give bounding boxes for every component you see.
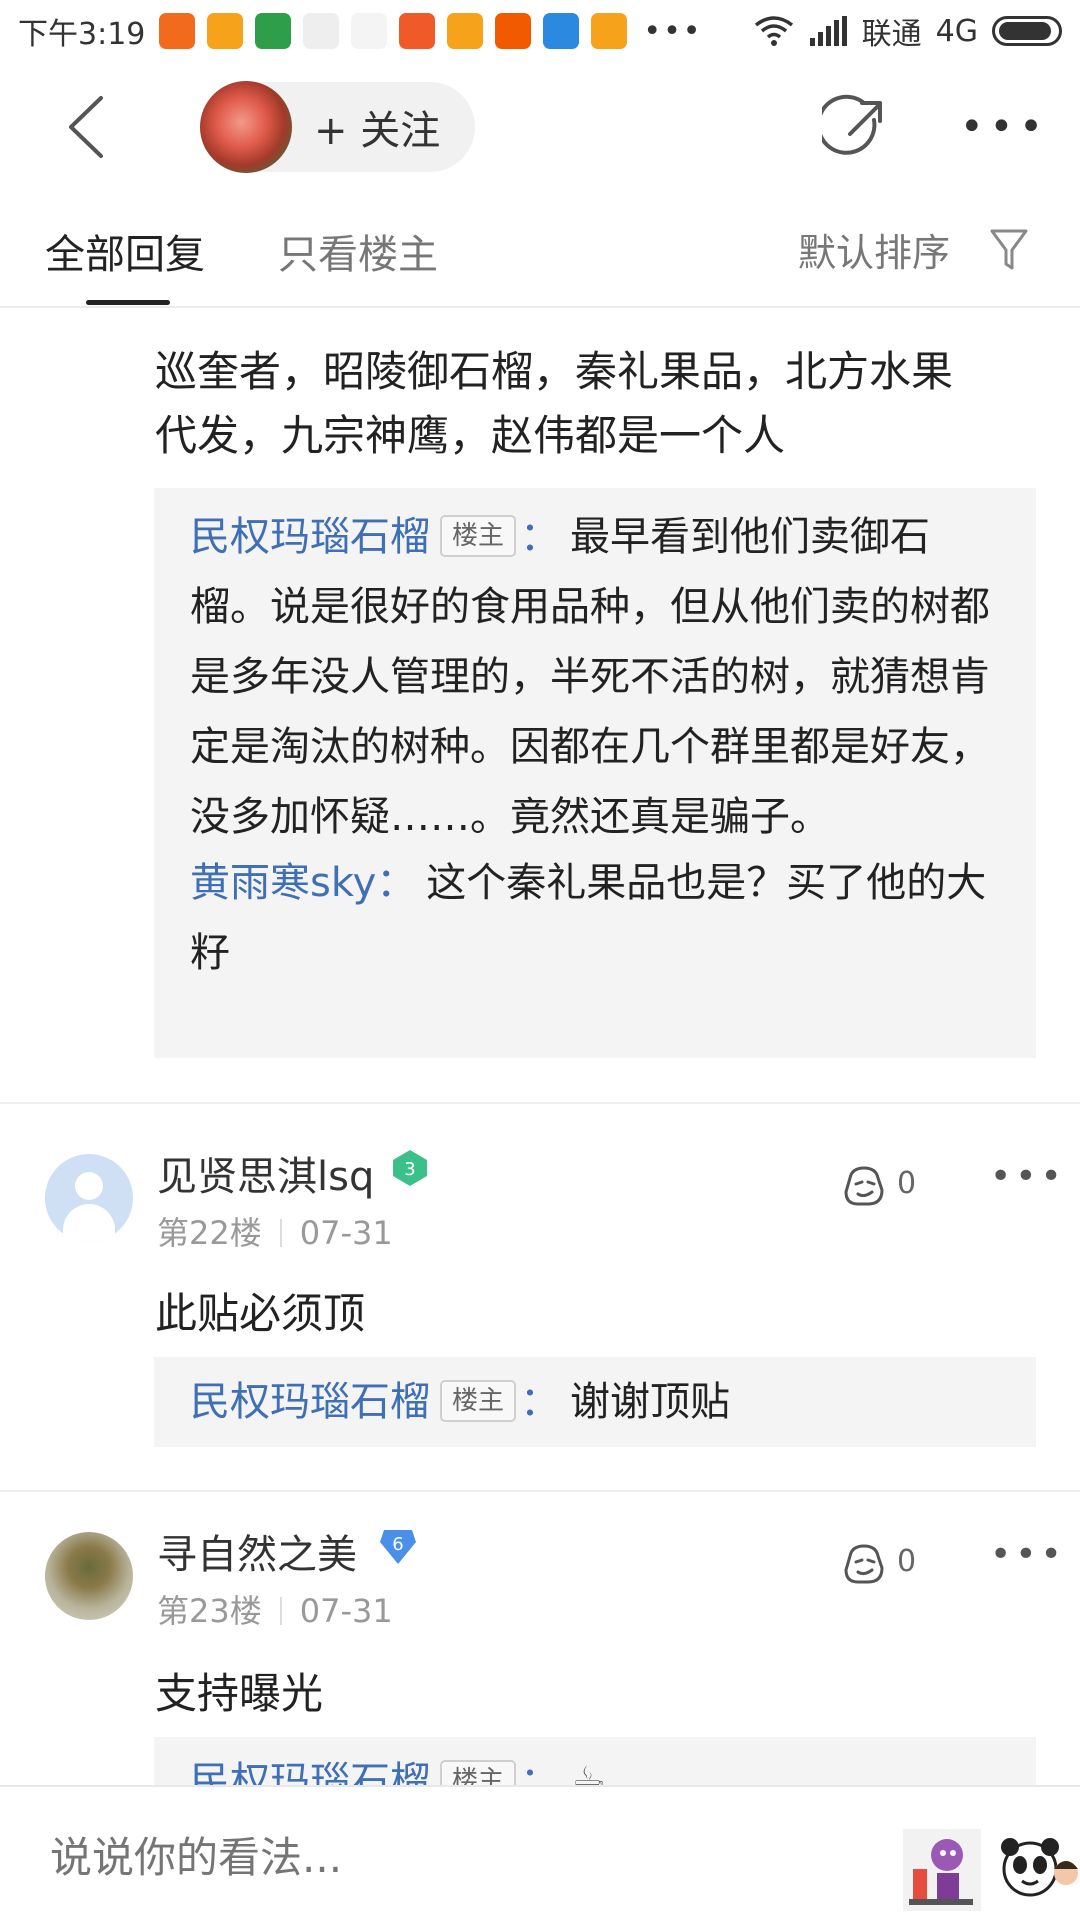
reply-username[interactable]: 寻自然之美 — [157, 1522, 357, 1580]
reply-date: 07-31 — [299, 1592, 393, 1630]
sub-reply-colon: ： — [520, 1379, 561, 1425]
sub-reply[interactable]: 民权玛瑙石榴 楼主： ☕ — [190, 1751, 1006, 1785]
network-type: 4G — [935, 13, 978, 49]
panda-sticker-icon[interactable] — [1000, 1833, 1080, 1905]
status-time: 下午3:19 — [18, 17, 146, 52]
sub-reply-user[interactable]: 黄雨寒sky — [190, 860, 376, 906]
reply-meta: 第22楼 07-31 — [157, 1208, 393, 1254]
reply-meta: 第23楼 07-31 — [157, 1586, 393, 1632]
sub-reply-user[interactable]: 民权玛瑙石榴 — [190, 1379, 430, 1425]
app-icon-5 — [351, 13, 388, 49]
sub-reply-colon: ： — [520, 514, 561, 560]
reply-list[interactable]: 巡奎者，昭陵御石榴，秦礼果品，北方水果 代发，九宗神鹰，赵伟都是一个人 民权玛瑙… — [0, 310, 1080, 1785]
sub-reply-box[interactable]: 民权玛瑙石榴 楼主：谢谢顶贴 — [154, 1357, 1036, 1447]
reply-text: 此贴必须顶 — [155, 1289, 366, 1338]
sub-reply-user[interactable]: 民权玛瑙石榴 — [190, 1759, 430, 1785]
like-count: 0 — [897, 1544, 917, 1579]
post-text-line: 代发，九宗神鹰，赵伟都是一个人 — [155, 411, 786, 460]
like-icon[interactable] — [840, 1162, 888, 1210]
like-icon[interactable] — [840, 1540, 888, 1588]
reply-more-icon[interactable]: ••• — [990, 1156, 1066, 1197]
sub-reply[interactable]: 民权玛瑙石榴 楼主：谢谢顶贴 — [190, 1371, 1006, 1433]
level-number: 6 — [392, 1534, 403, 1555]
divider — [0, 1102, 1080, 1104]
level-number: 3 — [404, 1159, 415, 1180]
wifi-icon — [754, 16, 793, 46]
app-icon-10 — [591, 13, 628, 49]
user-avatar[interactable] — [45, 1532, 133, 1620]
owner-tag: 楼主 — [440, 1760, 517, 1785]
like-count: 0 — [897, 1166, 917, 1201]
author-avatar[interactable] — [200, 81, 292, 173]
post-text-line: 巡奎者，昭陵御石榴，秦礼果品，北方水果 — [155, 347, 954, 396]
reply-tabs: 全部回复 只看楼主 默认排序 — [0, 192, 1080, 308]
follow-label: + 关注 — [314, 108, 441, 154]
reply-header: 见贤思淇lsq 3 第22楼 07-31 0 ••• — [0, 1144, 1080, 1274]
comment-bar — [0, 1785, 1080, 1920]
owner-tag: 楼主 — [440, 1380, 517, 1422]
more-options-icon[interactable]: ••• — [960, 107, 1060, 147]
sub-reply-text: 谢谢顶贴 — [570, 1379, 731, 1425]
filter-icon[interactable] — [990, 228, 1028, 272]
app-icon-9 — [543, 13, 580, 49]
title-bar: + 关注 ••• — [0, 62, 1080, 192]
tab-all-replies[interactable]: 全部回复 — [45, 222, 205, 280]
status-bar: 下午3:19 ••• 联通 4G — [0, 0, 1080, 62]
sticker-icon[interactable] — [903, 1819, 981, 1911]
share-icon[interactable] — [822, 94, 890, 162]
reply-more-icon[interactable]: ••• — [990, 1534, 1066, 1575]
carrier-label: 联通 — [861, 17, 922, 52]
active-tab-indicator — [86, 300, 170, 305]
owner-tag: 楼主 — [440, 515, 517, 557]
follow-button[interactable]: + 关注 — [200, 81, 475, 173]
reply-header: 寻自然之美 6 第23楼 07-31 0 ••• — [0, 1522, 1080, 1652]
sub-reply-box[interactable]: 民权玛瑙石榴 楼主：最早看到他们卖御石榴。说是很好的食用品种，但从他们卖的树都是多… — [154, 488, 1036, 1058]
floor-number: 第22楼 — [157, 1214, 262, 1252]
sub-reply-emoji: ☕ — [570, 1759, 606, 1785]
comment-input[interactable] — [50, 1827, 850, 1887]
floor-number: 第23楼 — [157, 1592, 262, 1630]
app-icon-6 — [399, 13, 436, 49]
user-avatar[interactable] — [45, 1154, 133, 1242]
reply-date: 07-31 — [299, 1214, 393, 1252]
sub-reply-user[interactable]: 民权玛瑙石榴 — [190, 514, 430, 560]
signal-icon — [809, 16, 847, 46]
sub-reply[interactable]: 民权玛瑙石榴 楼主：最早看到他们卖御石榴。说是很好的食用品种，但从他们卖的树都是多… — [190, 502, 1006, 852]
post-body: 巡奎者，昭陵御石榴，秦礼果品，北方水果 代发，九宗神鹰，赵伟都是一个人 — [155, 340, 1040, 468]
back-icon[interactable] — [55, 92, 125, 162]
sub-reply-colon: ： — [376, 860, 417, 906]
divider — [0, 1490, 1080, 1492]
reply-text: 支持曝光 — [155, 1669, 324, 1718]
app-icon-2 — [207, 13, 244, 49]
level-badge-icon: 6 — [380, 1530, 416, 1564]
app-icon-4 — [303, 13, 340, 49]
tab-owner-only[interactable]: 只看楼主 — [278, 222, 438, 280]
app-icon-8 — [495, 13, 532, 49]
battery-icon — [992, 16, 1062, 46]
sort-selector[interactable]: 默认排序 — [798, 222, 950, 277]
app-icon-7 — [447, 13, 484, 49]
app-icon-3 — [255, 13, 292, 49]
sub-reply-text: 最早看到他们卖御石榴。说是很好的食用品种，但从他们卖的树都是多年没人管理的，半死… — [190, 514, 990, 840]
status-more-dots: ••• — [643, 13, 703, 49]
app-icon-1 — [159, 13, 196, 49]
sub-reply-box[interactable]: 民权玛瑙石榴 楼主： ☕ — [154, 1737, 1036, 1785]
reply-username[interactable]: 见贤思淇lsq — [157, 1144, 374, 1202]
sub-reply[interactable]: 黄雨寒sky： 这个秦礼果品也是？买了他的大籽 — [190, 848, 1006, 988]
level-badge-icon: 3 — [393, 1150, 427, 1186]
sub-reply-colon: ： — [520, 1759, 561, 1785]
